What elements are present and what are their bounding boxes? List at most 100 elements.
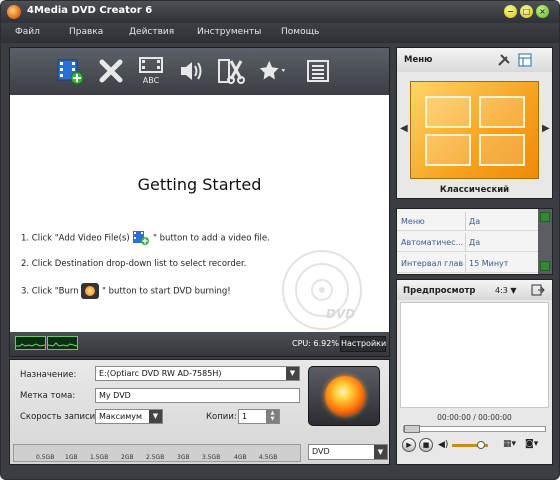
add-video-icon[interactable] bbox=[55, 56, 85, 86]
aspect-ratio-value: 4:3 bbox=[495, 286, 508, 295]
step-1: 1. Click "Add Video File(s) " button to … bbox=[21, 230, 270, 246]
menu-edit[interactable]: Правка bbox=[69, 27, 103, 37]
scroll-down-icon[interactable] bbox=[540, 261, 550, 271]
burn-button[interactable] bbox=[308, 366, 380, 426]
main-panel: ABC Getting Started 1. Click "Add Video … bbox=[9, 47, 390, 357]
snapshot-icon[interactable]: ◙▾ bbox=[525, 439, 538, 449]
menu-panel-header: Меню bbox=[397, 48, 552, 72]
menu-actions[interactable]: Действия bbox=[129, 27, 174, 37]
menu-file[interactable]: Файл bbox=[15, 27, 40, 37]
preview-header: Предпросмотр 4:3 ▼ bbox=[397, 280, 552, 300]
dvd-watermark-text: DVD bbox=[326, 307, 355, 321]
property-value: Да bbox=[469, 217, 481, 226]
getting-started-title: Getting Started bbox=[137, 175, 262, 194]
list-icon[interactable] bbox=[303, 56, 333, 86]
preview-panel: Предпросмотр 4:3 ▼ 00:00:00 / 00:00:00 ▶… bbox=[396, 279, 553, 465]
disc-type-value: DVD bbox=[312, 447, 330, 456]
menu-template-panel: Меню ◀ ▶ Классический bbox=[396, 47, 553, 199]
play-icon[interactable]: ▶ bbox=[402, 438, 416, 452]
cpu-graph-2 bbox=[47, 336, 78, 350]
detach-preview-icon[interactable] bbox=[531, 284, 545, 296]
delete-icon[interactable] bbox=[96, 56, 126, 86]
preview-seekbar[interactable] bbox=[403, 425, 546, 433]
property-key: Автоматичес... bbox=[401, 238, 464, 247]
chevron-down-icon: ▼ bbox=[149, 410, 162, 423]
maximize-button[interactable]: □ bbox=[520, 5, 533, 18]
property-value: 15 Минут bbox=[469, 259, 509, 268]
step-3-text-a: 3. Click "Burn bbox=[21, 286, 79, 297]
chevron-down-icon: ▼ bbox=[510, 286, 517, 295]
menu-properties-panel: Меню Да Автоматичес... Да Интервал глав … bbox=[396, 208, 553, 275]
property-value: Да bbox=[469, 238, 481, 247]
capacity-tick: 1GB bbox=[65, 454, 78, 461]
step-3: 3. Click "Burn " button to start DVD bur… bbox=[21, 283, 231, 299]
capacity-tick: 2.5GB bbox=[146, 454, 165, 461]
properties-scrollbar[interactable] bbox=[538, 209, 552, 274]
step-1-text-a: 1. Click "Add Video File(s) bbox=[21, 233, 130, 244]
template-name: Классический bbox=[439, 185, 510, 195]
stepper-arrows-icon[interactable]: ▲ ▼ bbox=[266, 410, 279, 423]
volume-knob[interactable] bbox=[477, 441, 485, 449]
property-row[interactable]: Автоматичес... Да bbox=[397, 233, 538, 252]
volume-label: Метка тома: bbox=[20, 391, 76, 401]
property-key: Интервал глав bbox=[401, 259, 464, 268]
close-button[interactable]: × bbox=[536, 5, 549, 18]
add-video-inline-icon bbox=[132, 230, 150, 246]
menu-template-thumbnail[interactable] bbox=[410, 81, 539, 179]
capacity-tick: 1.5GB bbox=[90, 454, 109, 461]
copies-label: Копии: bbox=[206, 412, 237, 422]
volume-icon[interactable]: ◀) bbox=[438, 440, 448, 450]
destination-value: E:(Optiarc DVD RW AD-7585H) bbox=[99, 369, 222, 378]
next-template-icon[interactable]: ▶ bbox=[542, 123, 550, 134]
cpu-usage: CPU: 6.92% bbox=[292, 339, 339, 348]
capacity-tick: 4.5GB bbox=[259, 454, 278, 461]
capacity-tick: 3GB bbox=[177, 454, 190, 461]
step-3-text-b: " button to start DVD burning! bbox=[102, 286, 231, 297]
aspect-ratio-dropdown[interactable]: 4:3 ▼ bbox=[495, 286, 517, 295]
disc-capacity-bar: 0.5GB 1GB 1.5GB 2GB 2.5GB 3GB 3.5GB 4GB … bbox=[13, 444, 301, 462]
effect-icon[interactable] bbox=[258, 56, 288, 86]
preview-screen bbox=[400, 302, 549, 408]
film-icon[interactable]: ▦▾ bbox=[503, 439, 516, 449]
settings-button[interactable]: Настройки bbox=[340, 336, 386, 352]
getting-started-area: Getting Started 1. Click "Add Video File… bbox=[10, 95, 389, 332]
preview-timecode: 00:00:00 / 00:00:00 bbox=[437, 413, 512, 422]
chevron-down-icon: ▼ bbox=[286, 367, 299, 380]
minimize-button[interactable]: − bbox=[504, 5, 517, 18]
property-row[interactable]: Интервал глав 15 Минут bbox=[397, 254, 538, 273]
menu-tools[interactable]: Инструменты bbox=[197, 27, 261, 37]
stop-icon[interactable]: ■ bbox=[419, 438, 433, 452]
subtitle-abc-label: ABC bbox=[143, 76, 160, 85]
layout-icon[interactable] bbox=[518, 53, 532, 67]
volume-label-input[interactable]: My DVD bbox=[95, 388, 300, 403]
status-strip: CPU: 6.92% Настройки bbox=[10, 332, 389, 356]
cpu-graph-1 bbox=[15, 336, 46, 350]
copies-value: 1 bbox=[242, 412, 248, 421]
step-2: 2. Click Destination drop-down list to s… bbox=[21, 259, 247, 269]
preview-title: Предпросмотр bbox=[403, 286, 476, 296]
output-settings-panel: Назначение: E:(Optiarc DVD RW AD-7585H) … bbox=[9, 359, 390, 465]
audio-icon[interactable] bbox=[176, 56, 206, 86]
speed-dropdown[interactable]: Максимум ▼ bbox=[95, 409, 163, 424]
destination-dropdown[interactable]: E:(Optiarc DVD RW AD-7585H) ▼ bbox=[95, 366, 300, 381]
capacity-tick: 3.5GB bbox=[202, 454, 221, 461]
dvd-watermark-icon: DVD bbox=[282, 250, 362, 330]
edit-menu-icon[interactable] bbox=[497, 53, 511, 67]
seek-thumb[interactable] bbox=[404, 425, 420, 433]
subtitle-icon[interactable]: ABC bbox=[136, 56, 166, 86]
burn-disc-icon bbox=[325, 376, 365, 416]
menu-panel-title: Меню bbox=[404, 55, 433, 65]
property-row[interactable]: Меню Да bbox=[397, 212, 538, 231]
menu-help[interactable]: Помощь bbox=[281, 27, 319, 37]
prev-template-icon[interactable]: ◀ bbox=[400, 123, 408, 134]
disc-type-dropdown[interactable]: DVD ▼ bbox=[308, 444, 388, 460]
property-key: Меню bbox=[401, 217, 425, 226]
cut-icon[interactable] bbox=[216, 56, 246, 86]
capacity-tick: 0.5GB bbox=[36, 454, 55, 461]
capacity-tick: 4GB bbox=[234, 454, 247, 461]
app-window: 4Media DVD Creator 6 − □ × Файл Правка Д… bbox=[0, 0, 560, 480]
copies-stepper[interactable]: 1 ▲ ▼ bbox=[238, 409, 280, 424]
chevron-down-icon: ▼ bbox=[374, 445, 387, 459]
burn-inline-icon bbox=[81, 283, 100, 299]
scroll-up-icon[interactable] bbox=[540, 212, 550, 222]
